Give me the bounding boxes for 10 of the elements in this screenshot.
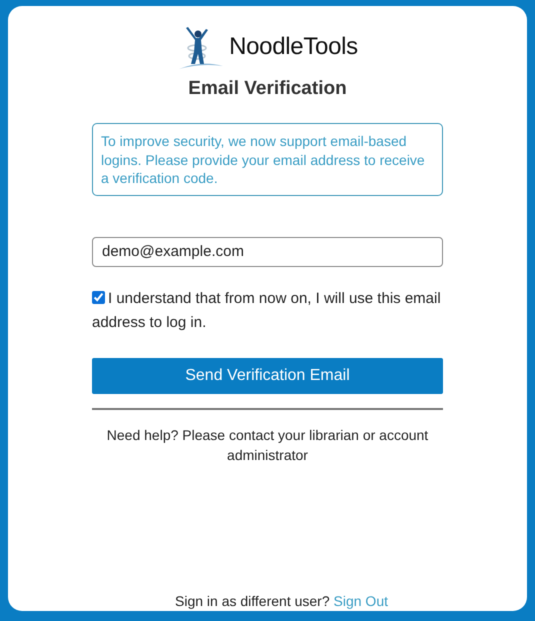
page-title: Email Verification — [188, 78, 347, 100]
send-verification-button[interactable]: Send Verification Email — [92, 358, 443, 394]
notice-message: To improve security, we now support email-based logins. Please provide your email address to receive a verification code. — [92, 123, 443, 196]
logo-text: NoodleTools — [229, 33, 358, 61]
footer-text: Sign in as different user? — [175, 593, 330, 609]
agreement-label: I understand that from now on, I will use this email address to log in. — [92, 288, 442, 332]
sign-out-link[interactable]: Sign Out — [334, 593, 388, 609]
email-field[interactable]: demo@example.com — [92, 236, 443, 266]
agreement-checkbox[interactable] — [92, 290, 105, 304]
help-text: Need help? Please contact your librarian or account administrator — [106, 426, 430, 464]
